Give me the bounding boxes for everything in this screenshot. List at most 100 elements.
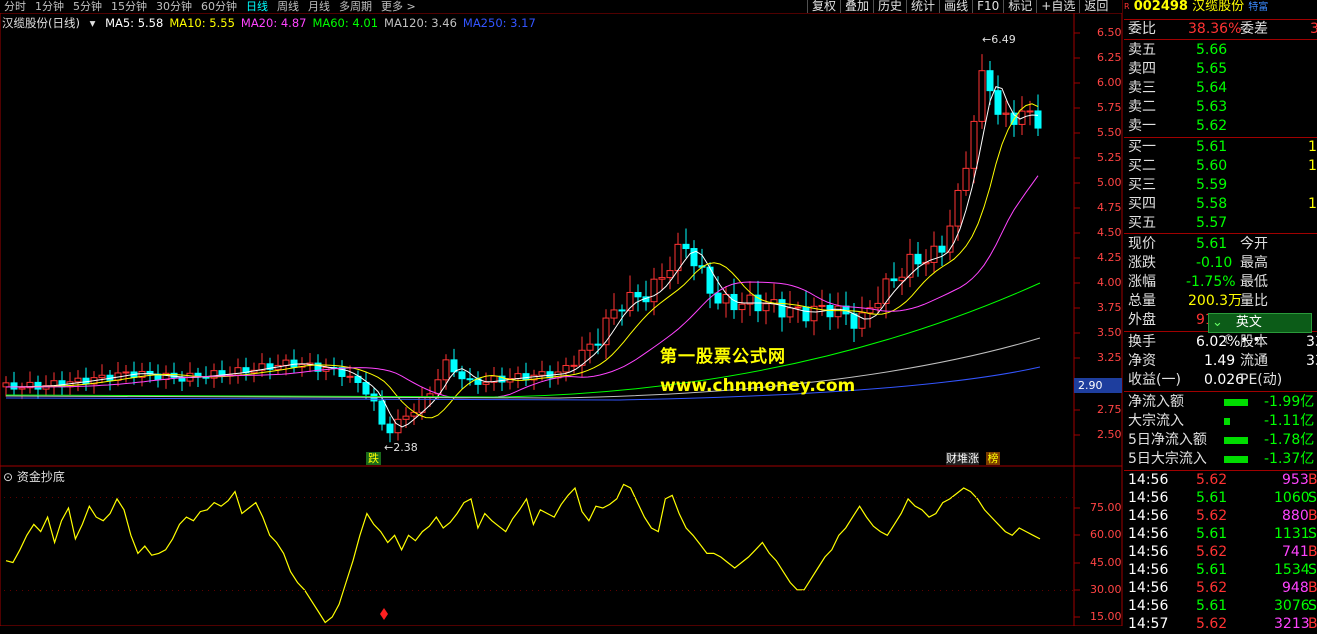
price-tick: 2.50 — [1097, 428, 1122, 441]
candle — [658, 263, 666, 291]
stock-code: 002498 — [1133, 0, 1188, 14]
tab-period-2[interactable]: 5分钟 — [69, 0, 107, 13]
flow-row: 5日净流入额 -1.78亿 — [1128, 432, 1315, 448]
tool-button-7[interactable]: +自选 — [1036, 0, 1079, 13]
lang-toggle[interactable]: ⌄ 英文☾ •.• — [1208, 313, 1312, 348]
candle — [530, 369, 538, 390]
tab-period-5[interactable]: 60分钟 — [197, 0, 242, 13]
candle — [2, 376, 10, 397]
candle — [962, 151, 970, 196]
candle — [554, 361, 562, 385]
tool-button-0[interactable]: 复权 — [807, 0, 840, 13]
candle — [242, 357, 250, 381]
candle — [50, 372, 58, 395]
candle — [338, 360, 346, 386]
tab-period-10[interactable]: 更多 > — [377, 0, 421, 13]
quote-row: 现价 5.61 今开 — [1128, 236, 1268, 252]
price-tick: 5.50 — [1097, 126, 1122, 139]
tool-button-2[interactable]: 历史 — [873, 0, 906, 13]
tab-period-3[interactable]: 15分钟 — [107, 0, 152, 13]
candle — [602, 309, 610, 360]
tab-period-9[interactable]: 多周期 — [335, 0, 377, 13]
candle — [178, 371, 186, 392]
tab-period-0[interactable]: 分时 — [0, 0, 31, 13]
bid-row: 买四 5.58 1 — [1128, 196, 1317, 212]
trade-tick-row: 14:57 5.62 3213 B — [1128, 616, 1317, 632]
rank-tag[interactable]: 榜 — [986, 452, 1000, 465]
price-tick: 5.00 — [1097, 176, 1122, 189]
settings-icon[interactable]: ⊙ — [3, 470, 13, 484]
candle — [770, 283, 778, 313]
settings-icon[interactable]: ▾ — [90, 15, 96, 31]
candle — [994, 75, 1002, 125]
candle — [610, 293, 618, 325]
trade-tick-row: 14:56 5.61 1534 S — [1128, 562, 1317, 578]
ma-value-5: MA250: 3.17 — [462, 16, 536, 30]
indicator-tick: 60.00 — [1090, 528, 1122, 541]
trade-tick-row: 14:56 5.62 953 B — [1128, 472, 1317, 488]
candle — [114, 362, 122, 387]
ma-value-0: MA5: 5.58 — [105, 16, 164, 30]
candle — [514, 366, 522, 389]
tool-button-8[interactable]: 返回 — [1079, 0, 1112, 13]
webi-row: 委比38.36%委差32 — [1128, 21, 1317, 37]
trade-tick-row: 14:56 5.61 1060 S — [1128, 490, 1317, 506]
candle — [522, 362, 530, 386]
ma-value-2: MA20: 4.87 — [240, 16, 307, 30]
candle — [170, 362, 178, 385]
price-tick: 6.50 — [1097, 26, 1122, 39]
candle — [274, 354, 282, 375]
candle — [474, 371, 482, 394]
price-tick: 4.00 — [1097, 276, 1122, 289]
candle — [130, 361, 138, 385]
quote-row: 涨幅 -1.75% 最低 — [1128, 274, 1268, 290]
tab-period-1[interactable]: 1分钟 — [31, 0, 69, 13]
candle — [746, 281, 754, 316]
candle — [842, 291, 850, 326]
candle — [578, 336, 586, 378]
trade-tick-row: 14:56 5.62 741 B — [1128, 544, 1317, 560]
ma10-line — [6, 103, 1039, 419]
price-tick: 3.75 — [1097, 301, 1122, 314]
tab-period-4[interactable]: 30分钟 — [152, 0, 197, 13]
tool-button-1[interactable]: 叠加 — [840, 0, 873, 13]
indicator-tick: 15.00 — [1090, 610, 1122, 623]
candle — [642, 280, 650, 311]
candle — [890, 262, 898, 288]
signal-marker — [380, 608, 388, 620]
tool-button-3[interactable]: 统计 — [906, 0, 939, 13]
candle — [186, 362, 194, 387]
news-tag[interactable]: 财堆涨 — [946, 452, 979, 465]
stat-row: 收益(一) 0.026 PE(动) — [1128, 372, 1283, 388]
candle — [954, 183, 962, 241]
candle — [762, 292, 770, 325]
watermark-url: www.chnmoney.com — [660, 376, 856, 396]
fall-tag: 跌 — [366, 452, 381, 465]
tool-button-6[interactable]: 标记 — [1003, 0, 1036, 13]
candle — [330, 357, 338, 376]
price-tick: 2.75 — [1097, 403, 1122, 416]
candle — [986, 61, 994, 105]
trade-tick-row: 14:56 5.61 3076 S — [1128, 598, 1317, 614]
candle — [26, 371, 34, 394]
tab-period-6[interactable]: 日线 — [242, 0, 273, 13]
candle — [10, 371, 18, 395]
candle — [354, 370, 362, 393]
candle — [122, 364, 130, 383]
candle — [850, 302, 858, 342]
candle — [906, 238, 914, 288]
quote-row: 总量 200.3万 量比 — [1128, 293, 1268, 309]
candle — [490, 366, 498, 391]
price-tick: 5.25 — [1097, 151, 1122, 164]
tab-period-7[interactable]: 周线 — [273, 0, 304, 13]
trade-tick-row: 14:56 5.62 948 B — [1128, 580, 1317, 596]
ma-legend: 汉缆股份(日线) ▾ MA5: 5.58 MA10: 5.55 MA20: 4.87… — [2, 15, 542, 31]
bid-row: 买三 5.59 — [1128, 177, 1228, 193]
flow-bar — [1224, 437, 1248, 444]
tool-button-4[interactable]: 画线 — [939, 0, 972, 13]
flow-row: 5日大宗流入 -1.37亿 — [1128, 451, 1315, 467]
candle — [546, 365, 554, 388]
tool-button-5[interactable]: F10 — [972, 0, 1003, 13]
tab-period-8[interactable]: 月线 — [304, 0, 335, 13]
high-label: ←6.49 — [982, 33, 1016, 46]
